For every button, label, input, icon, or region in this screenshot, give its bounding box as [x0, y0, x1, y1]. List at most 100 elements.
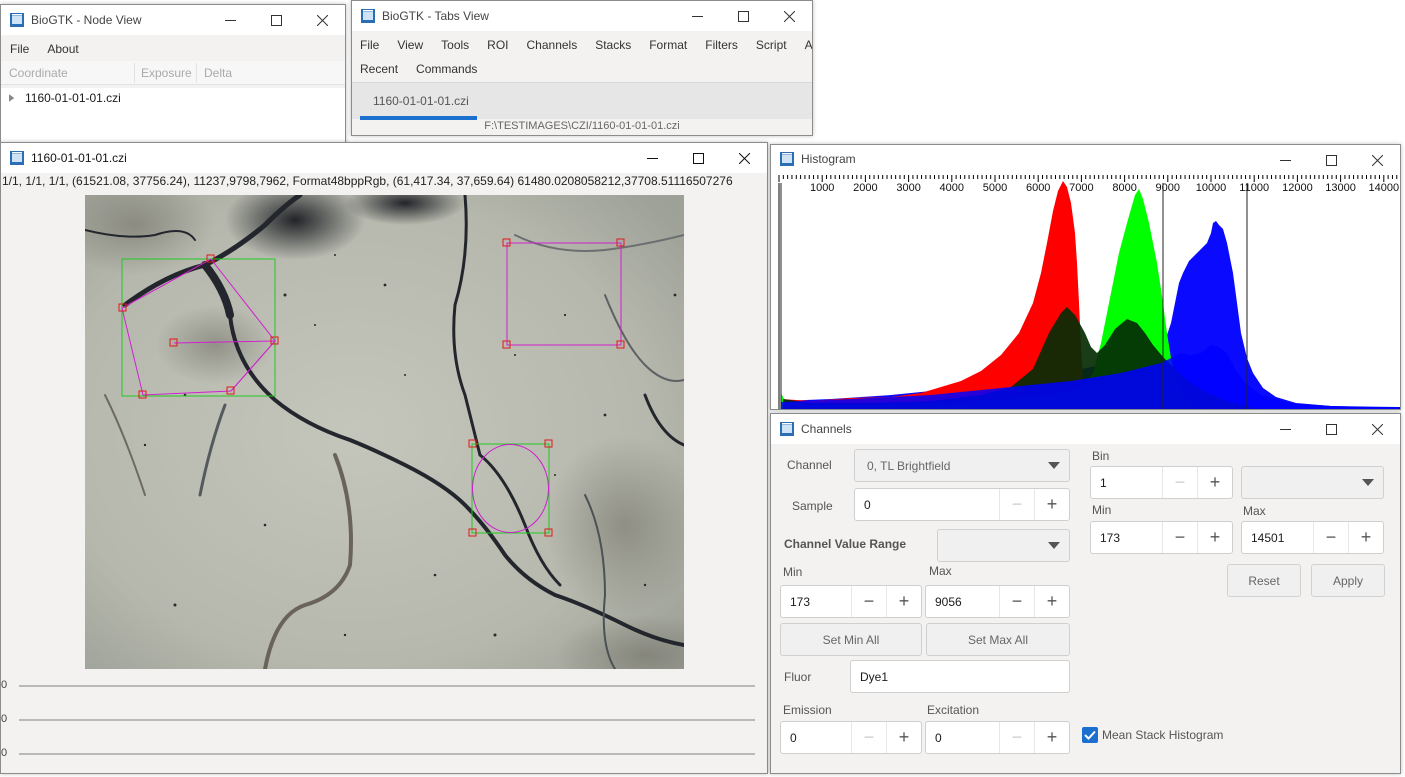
node-view-titlebar[interactable]: BioGTK - Node View [1, 5, 345, 35]
menu-file[interactable]: File [1, 42, 38, 56]
close-button[interactable] [299, 5, 345, 35]
min-value[interactable]: 173 [781, 595, 851, 609]
maximize-button[interactable] [720, 1, 766, 31]
menu-channels[interactable]: Channels [518, 38, 587, 52]
menu-file[interactable]: File [352, 38, 388, 52]
apply-button[interactable]: Apply [1311, 564, 1385, 597]
menu-format[interactable]: Format [640, 38, 696, 52]
menu-stacks[interactable]: Stacks [586, 38, 640, 52]
menu-recent[interactable]: Recent [352, 62, 407, 76]
right-max-value[interactable]: 14501 [1242, 531, 1313, 545]
minimize-button[interactable] [629, 143, 675, 173]
maximize-button[interactable] [1308, 145, 1354, 175]
column-delta[interactable]: Delta [204, 66, 232, 80]
max-decrement-button[interactable]: − [999, 586, 1034, 617]
maximize-button[interactable] [253, 5, 299, 35]
menu-about[interactable]: About [38, 42, 87, 56]
close-icon [1371, 423, 1383, 435]
sample-decrement-button[interactable]: − [999, 489, 1034, 520]
fluor-input[interactable]: Dye1 [850, 660, 1070, 693]
app-icon [361, 9, 375, 23]
excitation-decrement-button[interactable]: − [999, 722, 1034, 753]
emission-label: Emission [783, 703, 832, 717]
min-spinner[interactable]: 173 − + [780, 585, 922, 618]
minimize-button[interactable] [674, 1, 720, 31]
excitation-increment-button[interactable]: + [1034, 722, 1069, 753]
bin-decrement-button[interactable]: − [1162, 467, 1197, 498]
set-min-all-button[interactable]: Set Min All [780, 623, 922, 656]
right-max-spinner[interactable]: 14501 − + [1241, 521, 1384, 554]
channels-window: Channels Channel 0, TL Brightfield Sampl… [770, 413, 1401, 774]
tree-item-label: 1160-01-01-01.czi [25, 91, 121, 105]
sample-spinner[interactable]: 0 − + [854, 488, 1070, 521]
excitation-spinner[interactable]: 0 − + [925, 721, 1070, 754]
checkbox-checked-icon[interactable] [1082, 727, 1098, 743]
right-max-decrement-button[interactable]: − [1313, 522, 1348, 553]
menu-view[interactable]: View [388, 38, 432, 52]
sample-value[interactable]: 0 [855, 498, 999, 512]
slider-c[interactable] [19, 719, 755, 721]
slider-z[interactable] [19, 685, 755, 687]
image-view-titlebar[interactable]: 1160-01-01-01.czi [1, 143, 767, 173]
histogram-titlebar[interactable]: Histogram [771, 145, 1400, 173]
bin-spinner[interactable]: 1 − + [1090, 466, 1233, 499]
column-exposure[interactable]: Exposure [141, 66, 192, 80]
max-spinner[interactable]: 9056 − + [925, 585, 1070, 618]
maximize-icon [270, 14, 282, 26]
reset-button[interactable]: Reset [1227, 564, 1301, 597]
column-coordinate[interactable]: Coordinate [9, 66, 68, 80]
maximize-button[interactable] [675, 143, 721, 173]
menu-commands[interactable]: Commands [407, 62, 486, 76]
emission-increment-button[interactable]: + [886, 722, 921, 753]
right-min-value[interactable]: 173 [1091, 531, 1162, 545]
excitation-value[interactable]: 0 [926, 731, 999, 745]
min-decrement-button[interactable]: − [851, 586, 886, 617]
tab-image[interactable]: 1160-01-01-01.czi [360, 83, 477, 120]
slider-t-label: 0 [1, 747, 8, 759]
right-min-spinner[interactable]: 173 − + [1090, 521, 1233, 554]
emission-value[interactable]: 0 [781, 731, 851, 745]
fluor-value: Dye1 [860, 669, 889, 684]
minimize-button[interactable] [1262, 145, 1308, 175]
min-increment-button[interactable]: + [886, 586, 921, 617]
max-increment-button[interactable]: + [1034, 586, 1069, 617]
fluor-label: Fluor [784, 670, 812, 684]
window-title: Histogram [801, 152, 856, 166]
maximize-button[interactable] [1308, 414, 1354, 444]
menu-about[interactable]: About [796, 38, 812, 52]
minimize-icon [1279, 159, 1291, 161]
expander-icon[interactable] [9, 93, 15, 103]
close-button[interactable] [766, 1, 812, 31]
menu-tools[interactable]: Tools [432, 38, 478, 52]
min-label: Min [783, 565, 803, 579]
minimize-button[interactable] [1262, 414, 1308, 444]
minimize-button[interactable] [207, 5, 253, 35]
slider-t[interactable] [19, 753, 755, 755]
bin-value[interactable]: 1 [1091, 476, 1162, 490]
right-min-decrement-button[interactable]: − [1162, 522, 1197, 553]
menu-script[interactable]: Script [747, 38, 796, 52]
histogram-plot[interactable]: 1000 2000 3000 4000 5000 6000 7000 8000 9000 1000… [771, 173, 1400, 409]
emission-spinner[interactable]: 0 − + [780, 721, 922, 754]
channel-select[interactable]: 0, TL Brightfield [854, 449, 1070, 482]
value-range-select[interactable] [937, 529, 1070, 562]
bin-increment-button[interactable]: + [1197, 467, 1232, 498]
image-canvas[interactable] [85, 195, 684, 669]
histogram-tick-label: 7000 [1069, 182, 1093, 194]
channels-titlebar[interactable]: Channels [771, 414, 1400, 444]
tabs-view-titlebar[interactable]: BioGTK - Tabs View [352, 1, 812, 31]
menu-filters[interactable]: Filters [696, 38, 747, 52]
right-max-increment-button[interactable]: + [1348, 522, 1383, 553]
close-button[interactable] [1354, 414, 1400, 444]
menu-roi[interactable]: ROI [478, 38, 517, 52]
set-max-all-button[interactable]: Set Max All [926, 623, 1070, 656]
sample-increment-button[interactable]: + [1034, 489, 1069, 520]
max-value[interactable]: 9056 [926, 595, 999, 609]
tree-item[interactable]: 1160-01-01-01.czi [1, 88, 345, 108]
emission-decrement-button[interactable]: − [851, 722, 886, 753]
mean-stack-checkbox[interactable]: Mean Stack Histogram [1082, 727, 1223, 743]
right-min-increment-button[interactable]: + [1197, 522, 1232, 553]
close-button[interactable] [721, 143, 767, 173]
close-button[interactable] [1354, 145, 1400, 175]
bin-mode-select[interactable] [1241, 466, 1384, 499]
